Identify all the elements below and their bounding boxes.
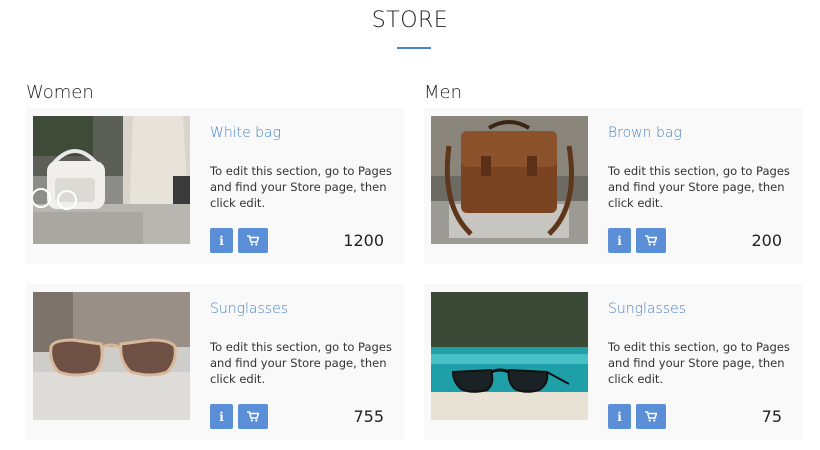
product-price: 755 <box>353 407 384 426</box>
product-name[interactable]: Sunglasses <box>608 301 686 317</box>
product-card-brown-bag: Brown bag To edit this section, go to Pa… <box>424 108 802 264</box>
info-icon: i <box>617 233 622 248</box>
product-name[interactable]: Sunglasses <box>210 301 288 317</box>
cart-icon <box>247 411 259 422</box>
product-name[interactable]: Brown bag <box>608 125 682 141</box>
product-description: To edit this section, go to Pages and fi… <box>210 164 392 210</box>
white-bag-photo[interactable] <box>33 116 190 244</box>
product-name[interactable]: White bag <box>210 125 281 141</box>
product-description: To edit this section, go to Pages and fi… <box>608 164 790 210</box>
info-icon: i <box>219 233 224 248</box>
info-button[interactable]: i <box>608 404 631 429</box>
product-price: 200 <box>751 231 782 250</box>
product-card-white-bag: White bag To edit this section, go to Pa… <box>26 108 404 264</box>
add-to-cart-button[interactable] <box>238 228 268 253</box>
info-button[interactable]: i <box>210 228 233 253</box>
brown-bag-photo[interactable] <box>431 116 588 244</box>
product-price: 1200 <box>343 231 384 250</box>
add-to-cart-button[interactable] <box>636 228 666 253</box>
title-underline <box>397 47 431 49</box>
cat-eye-sunglasses-photo[interactable] <box>33 292 190 420</box>
add-to-cart-button[interactable] <box>238 404 268 429</box>
product-card-sunglasses-men: Sunglasses To edit this section, go to P… <box>424 284 802 440</box>
product-description: To edit this section, go to Pages and fi… <box>210 340 392 386</box>
cart-icon <box>645 411 657 422</box>
cart-icon <box>247 235 259 246</box>
product-description: To edit this section, go to Pages and fi… <box>608 340 790 386</box>
wayfarer-sunglasses-photo[interactable] <box>431 292 588 420</box>
info-icon: i <box>617 409 622 424</box>
cart-icon <box>645 235 657 246</box>
product-price: 75 <box>761 407 782 426</box>
info-icon: i <box>219 409 224 424</box>
add-to-cart-button[interactable] <box>636 404 666 429</box>
info-button[interactable]: i <box>608 228 631 253</box>
info-button[interactable]: i <box>210 404 233 429</box>
product-card-sunglasses-women: Sunglasses To edit this section, go to P… <box>26 284 404 440</box>
category-heading-women: Women <box>26 82 94 103</box>
page-title: STORE <box>371 8 449 33</box>
category-heading-men: Men <box>424 82 463 103</box>
